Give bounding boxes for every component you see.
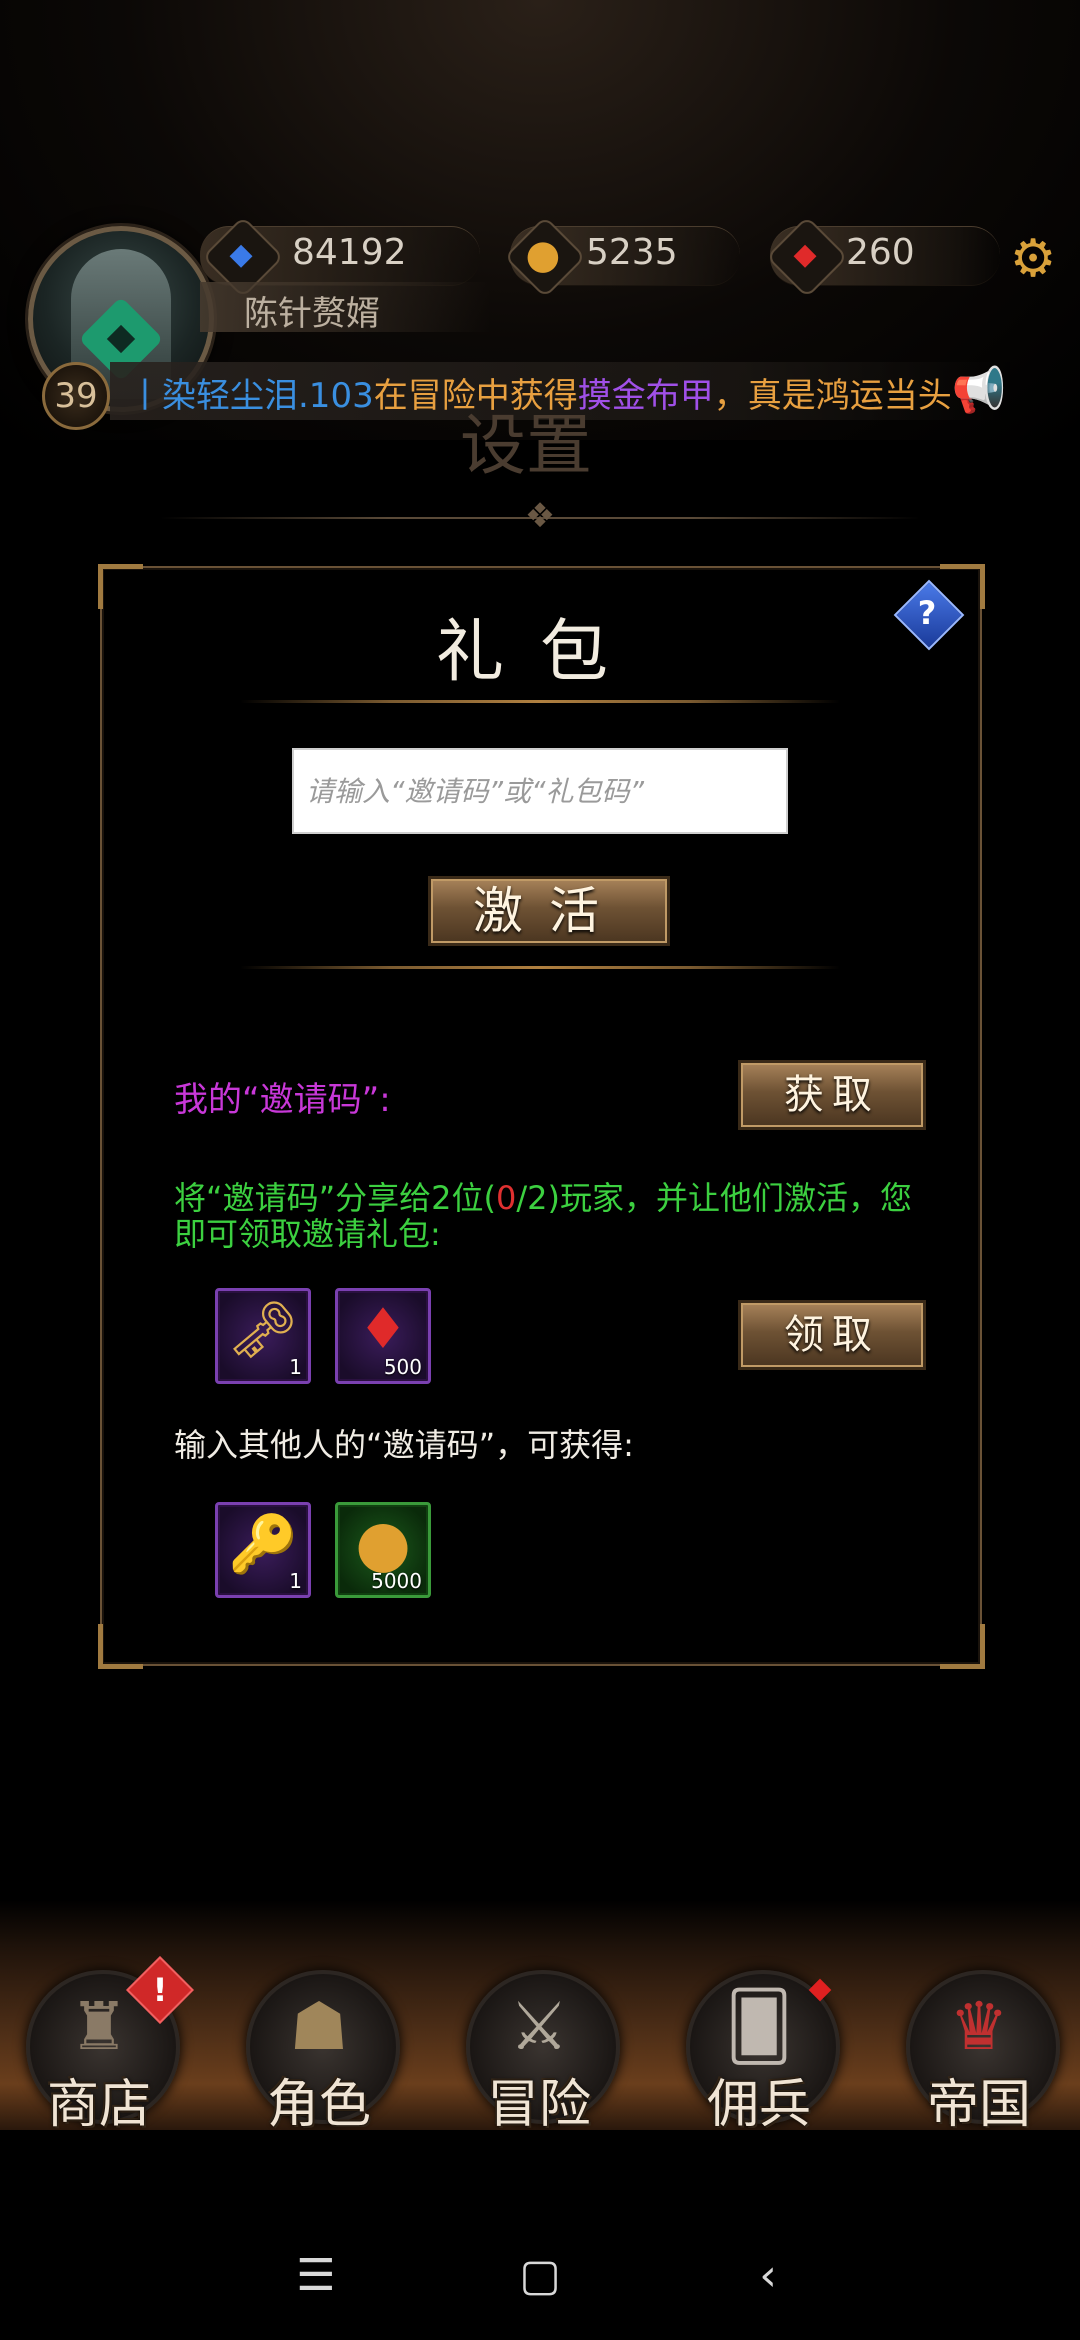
red-gem-icon: ♦	[357, 1297, 409, 1362]
hood-icon: ☗	[289, 1988, 349, 2065]
reward-gold-slot[interactable]: ● 5000	[335, 1502, 431, 1598]
ornament-flourish-icon: ❖	[524, 496, 556, 536]
corner-ornament	[98, 1624, 143, 1669]
gold-value: 5235	[586, 232, 678, 273]
key-icon: 🔑	[228, 1512, 298, 1577]
username-plate: 陈针赘婿	[200, 282, 490, 334]
other-code-instructions: 输入其他人的“邀请码”，可获得:	[174, 1426, 634, 1464]
question-mark-icon[interactable]: ?	[904, 590, 950, 636]
red-gem-icon: ◆	[793, 237, 817, 272]
title-divider	[240, 700, 840, 703]
level-badge: 39	[42, 362, 110, 430]
share-text-before: 将“邀请码”分享给2位(	[174, 1179, 497, 1217]
back-icon[interactable]: ‹	[738, 2246, 798, 2306]
blue-gem-icon: ◆	[229, 237, 253, 272]
reward-key-slot[interactable]: 🔑 1	[215, 1502, 311, 1598]
item-count: 1	[289, 1569, 302, 1593]
nav-mercenary-label[interactable]: 佣兵	[686, 2062, 832, 2137]
ticker-player: 丨染轻尘泪.103	[128, 376, 374, 416]
share-count: 0	[496, 1179, 517, 1217]
ticker-item: 摸金布甲	[577, 376, 714, 416]
item-count: 500	[383, 1355, 422, 1379]
crown-icon: ♛	[949, 1988, 1009, 2065]
menu-icon[interactable]: ☰	[286, 2246, 346, 2306]
gold-coin-icon: ●	[525, 232, 561, 278]
energy-value: 84192	[292, 232, 407, 273]
item-count: 5000	[371, 1569, 422, 1593]
username: 陈针赘婿	[244, 294, 380, 334]
get-invite-code-button[interactable]: 获取	[738, 1060, 926, 1130]
ticker-text-2: ，真是鸿运当头	[713, 376, 952, 416]
megaphone-icon[interactable]: 📢	[950, 362, 1008, 420]
item-count: 1	[289, 1355, 302, 1379]
ornament-divider: ❖	[160, 496, 920, 536]
share-instructions: 将“邀请码”分享给2位(0/2)玩家，并让他们激活，您即可领取邀请礼包:	[174, 1180, 914, 1252]
settings-background-title: 设置	[460, 407, 592, 484]
nav-adventure-label[interactable]: 冒险	[466, 2062, 612, 2137]
activate-divider	[240, 966, 840, 969]
cards-icon: 🂠	[725, 1988, 793, 2065]
claim-button[interactable]: 领取	[738, 1300, 926, 1370]
activate-button[interactable]: 激活	[428, 876, 670, 946]
exclamation-icon: !	[152, 1971, 168, 2009]
nav-character-label[interactable]: 角色	[246, 2062, 392, 2137]
corner-ornament	[940, 1624, 985, 1669]
gift-code-input[interactable]	[292, 748, 788, 834]
reward-keys-slot[interactable]: 🗝 1	[215, 1288, 311, 1384]
settings-gear-icon[interactable]: ⚙	[1006, 232, 1060, 286]
nav-empire-label[interactable]: 帝国	[906, 2062, 1052, 2137]
my-invite-code-label: 我的“邀请码”:	[174, 1080, 391, 1120]
keys-icon: 🗝	[227, 1298, 299, 1363]
home-icon[interactable]: ▢	[510, 2246, 570, 2306]
ruby-value: 260	[846, 232, 915, 273]
nav-shop-label[interactable]: 商店	[26, 2062, 172, 2137]
reward-ruby-slot[interactable]: ♦ 500	[335, 1288, 431, 1384]
crossed-swords-icon: ⚔	[509, 1988, 569, 2065]
